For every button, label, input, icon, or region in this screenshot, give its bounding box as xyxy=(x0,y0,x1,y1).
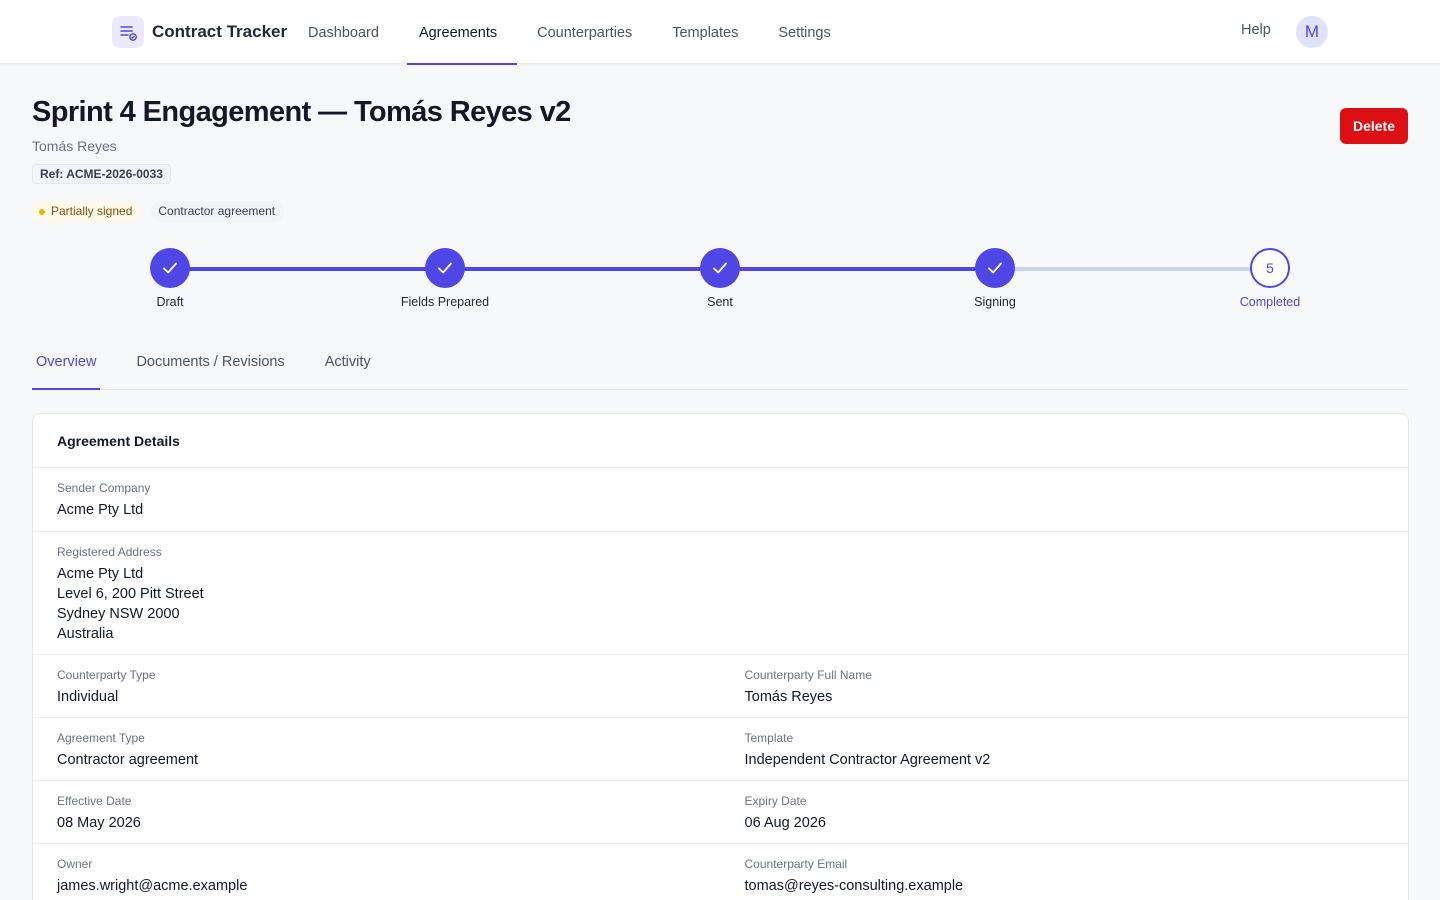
tab-documents-revisions[interactable]: Documents / Revisions xyxy=(132,340,288,389)
nav-item-dashboard[interactable]: Dashboard xyxy=(288,0,399,64)
field-label: Counterparty Type xyxy=(57,668,156,682)
step-fields-prepared: Fields Prepared xyxy=(345,240,545,309)
main-nav: Dashboard Agreements Counterparties Temp… xyxy=(288,0,851,65)
step-label: Sent xyxy=(707,295,733,309)
step-label: Signing xyxy=(974,295,1016,309)
agreement-details-card: Agreement Details Sender Company Acme Pt… xyxy=(32,413,1409,900)
owner-field: Owner james.wright@acme.example xyxy=(33,844,721,900)
field-label: Sender Company xyxy=(57,481,151,495)
field-label: Expiry Date xyxy=(744,794,807,808)
detail-tabs: Overview Documents / Revisions Activity xyxy=(32,340,1408,390)
progress-stepper: Draft Fields Prepared Sent Signing 5 Com… xyxy=(0,240,1440,320)
detail-row: Counterparty Type Individual Counterpart… xyxy=(33,655,1408,718)
field-value: Tomás Reyes xyxy=(744,689,833,705)
counterparty-email-field: Counterparty Email tomas@reyes-consultin… xyxy=(721,844,1409,900)
field-value: 06 Aug 2026 xyxy=(744,815,826,831)
registered-address-field: Registered Address Acme Pty Ltd Level 6,… xyxy=(33,532,721,654)
step-label: Fields Prepared xyxy=(400,295,490,309)
step-sent: Sent xyxy=(620,240,820,309)
check-icon xyxy=(975,248,1015,288)
field-value: james.wright@acme.example xyxy=(57,878,248,894)
step-draft: Draft xyxy=(70,240,270,309)
address-line: Acme Pty Ltd xyxy=(57,566,144,582)
tab-activity[interactable]: Activity xyxy=(321,340,375,389)
detail-row: Sender Company Acme Pty Ltd xyxy=(33,468,1408,532)
address-line: Sydney NSW 2000 xyxy=(57,606,180,622)
status-badge-label: Partially signed xyxy=(51,204,133,218)
sender-company-field: Sender Company Acme Pty Ltd xyxy=(33,468,721,531)
step-label: Draft xyxy=(156,295,184,309)
field-value: Contractor agreement xyxy=(57,752,199,768)
template-field: Template Independent Contractor Agreemen… xyxy=(721,718,1409,780)
field-label: Counterparty Email xyxy=(744,857,848,871)
card-title: Agreement Details xyxy=(33,414,1408,468)
nav-item-templates[interactable]: Templates xyxy=(652,0,758,64)
page-title: Sprint 4 Engagement — Tomás Reyes v2 xyxy=(32,96,571,128)
detail-row: Effective Date 08 May 2026 Expiry Date 0… xyxy=(33,781,1408,844)
agreement-type-badge: Contractor agreement xyxy=(151,201,285,222)
field-value: 08 May 2026 xyxy=(57,815,141,831)
counterparty-type-field: Counterparty Type Individual xyxy=(33,655,721,717)
check-icon xyxy=(425,248,465,288)
field-label: Owner xyxy=(57,857,93,871)
expiry-date-field: Expiry Date 06 Aug 2026 xyxy=(721,781,1409,843)
field-value: Acme Pty Ltd xyxy=(57,502,144,518)
status-badge: Partially signed xyxy=(32,201,142,222)
step-completed: 5 Completed xyxy=(1170,240,1370,309)
status-dot-icon xyxy=(39,208,45,215)
app-name: Contract Tracker xyxy=(152,22,288,41)
field-label: Template xyxy=(744,731,794,745)
detail-row: Registered Address Acme Pty Ltd Level 6,… xyxy=(33,532,1408,655)
field-label: Registered Address xyxy=(57,545,162,559)
stepper-progress-line xyxy=(170,267,995,271)
nav-item-settings[interactable]: Settings xyxy=(758,0,850,64)
detail-row: Owner james.wright@acme.example Counterp… xyxy=(33,844,1408,900)
field-value: Individual xyxy=(57,689,119,705)
address-block: Acme Pty Ltd Level 6, 200 Pitt Street Sy… xyxy=(57,564,697,644)
nav-item-agreements[interactable]: Agreements xyxy=(399,0,518,65)
nav-item-counterparties[interactable]: Counterparties xyxy=(517,0,652,64)
delete-button[interactable]: Delete xyxy=(1340,108,1408,144)
effective-date-field: Effective Date 08 May 2026 xyxy=(33,781,721,843)
counterparty-subtitle: Tomás Reyes xyxy=(32,138,117,154)
address-line: Australia xyxy=(57,626,114,642)
field-label: Effective Date xyxy=(57,794,132,808)
top-navigation-bar: Contract Tracker Dashboard Agreements Co… xyxy=(0,0,1440,65)
detail-row: Agreement Type Contractor agreement Temp… xyxy=(33,718,1408,781)
step-signing: Signing xyxy=(895,240,1095,309)
check-icon xyxy=(700,248,740,288)
field-value: Independent Contractor Agreement v2 xyxy=(744,752,991,768)
check-icon xyxy=(150,248,190,288)
step-label: Completed xyxy=(1239,295,1301,309)
counterparty-full-name-field: Counterparty Full Name Tomás Reyes xyxy=(721,655,1409,717)
agreement-type-field: Agreement Type Contractor agreement xyxy=(33,718,721,780)
status-badges: Partially signed Contractor agreement xyxy=(32,201,285,222)
reference-badge: Ref: ACME-2026-0033 xyxy=(32,164,171,184)
step-number: 5 xyxy=(1250,248,1290,288)
field-label: Agreement Type xyxy=(57,731,145,745)
address-line: Level 6, 200 Pitt Street xyxy=(57,586,204,602)
document-list-icon xyxy=(112,16,144,48)
avatar[interactable]: M xyxy=(1296,16,1328,48)
brand[interactable]: Contract Tracker xyxy=(112,16,287,48)
tab-overview[interactable]: Overview xyxy=(32,340,101,390)
field-value: tomas@reyes-consulting.example xyxy=(744,878,964,894)
help-link[interactable]: Help xyxy=(1241,22,1271,38)
field-label: Counterparty Full Name xyxy=(744,668,872,682)
